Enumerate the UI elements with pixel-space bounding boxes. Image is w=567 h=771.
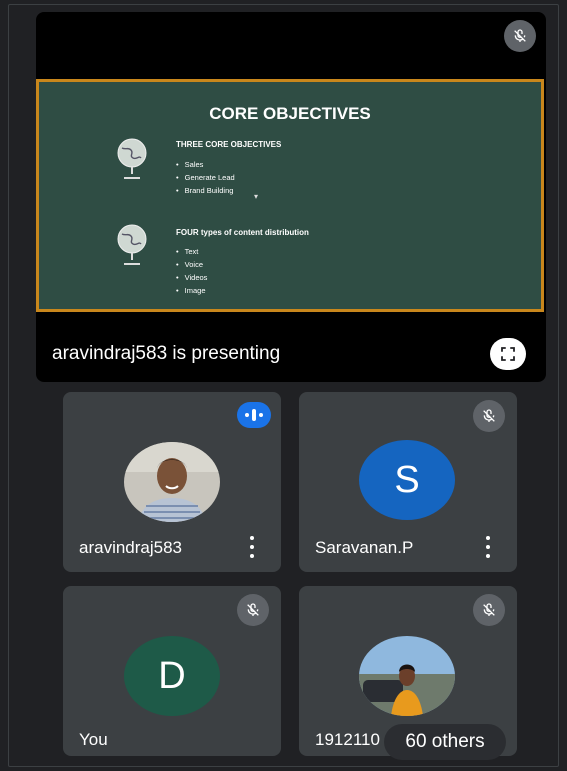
slide-bullet: Image: [176, 284, 207, 297]
participant-name: You: [79, 730, 108, 749]
mic-off-icon: [237, 594, 269, 626]
avatar-letter: D: [158, 654, 186, 697]
mic-off-icon: [473, 400, 505, 432]
pointer-cursor-icon: ▾: [254, 192, 259, 201]
slide-bullet: Generate Lead: [176, 171, 235, 184]
slide-bullet: Voice: [176, 258, 207, 271]
avatar: [359, 636, 455, 716]
fullscreen-icon: [501, 347, 515, 361]
presenter-label: aravindraj583 is presenting: [52, 343, 281, 364]
mic-off-icon: [473, 594, 505, 626]
participant-name: aravindraj583: [79, 538, 183, 557]
participant-tile[interactable]: S Saravanan.P: [299, 392, 517, 572]
more-options-button[interactable]: [247, 536, 257, 558]
globe-icon: [117, 224, 147, 265]
avatar: S: [359, 440, 455, 520]
speaking-indicator-icon: [237, 402, 271, 428]
participant-name: Saravanan.P: [315, 538, 414, 557]
participant-name: 1912110: [315, 730, 380, 749]
participant-tile[interactable]: aravindraj583: [63, 392, 281, 572]
slide-heading: FOUR types of content distribution: [176, 228, 309, 237]
fullscreen-button[interactable]: [490, 338, 526, 370]
slide-heading: THREE CORE OBJECTIVES: [176, 140, 282, 149]
shared-slide: CORE OBJECTIVES THREE CORE OBJECTIVES Sa…: [36, 79, 544, 312]
more-options-button[interactable]: [483, 536, 493, 558]
avatar-letter: S: [394, 458, 420, 501]
mic-off-icon: [504, 20, 536, 52]
participant-tile-self[interactable]: D You: [63, 586, 281, 756]
slide-bullet: Text: [176, 245, 207, 258]
slide-bullet-list: Sales Generate Lead Brand Building: [176, 158, 235, 197]
slide-bullet: Videos: [176, 271, 208, 284]
slide-bullet-list: Text Voice Videos Image: [176, 245, 208, 297]
avatar: [124, 442, 220, 522]
slide-title: CORE OBJECTIVES: [209, 104, 371, 123]
globe-icon: [117, 138, 147, 179]
slide-bullet: Brand Building: [176, 184, 235, 197]
avatar: D: [124, 636, 220, 716]
slide-bullet: Sales: [176, 158, 235, 171]
others-count-button[interactable]: 60 others: [384, 724, 506, 760]
